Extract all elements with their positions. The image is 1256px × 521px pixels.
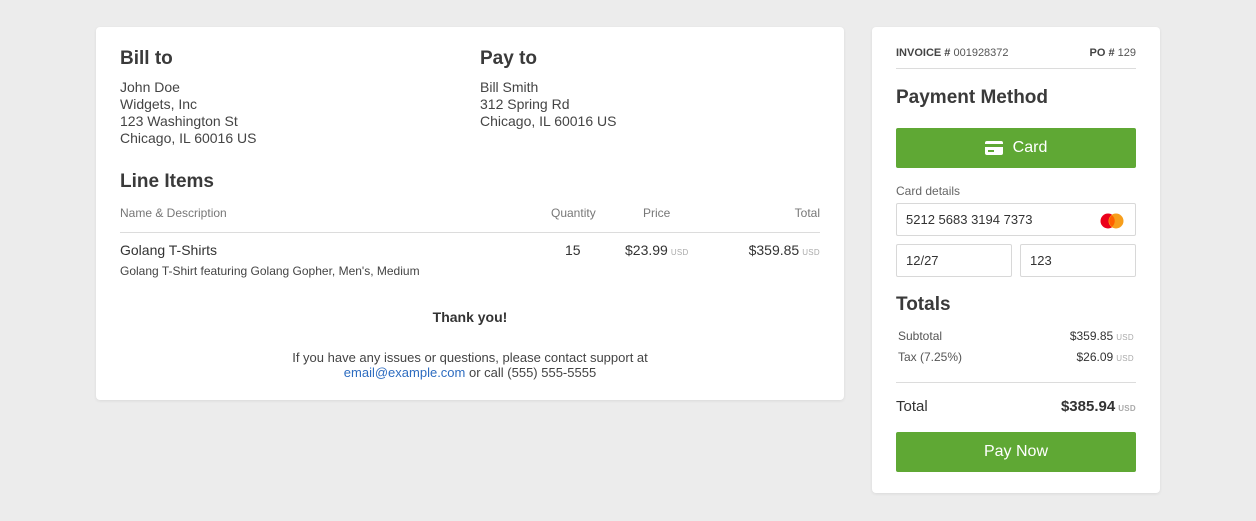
item-description: Golang T-Shirt featuring Golang Gopher, … — [120, 264, 420, 278]
currency-code: USD — [1116, 333, 1134, 342]
support-phone-text: or call (555) 555-5555 — [465, 365, 597, 380]
card-button-label: Card — [1012, 139, 1048, 156]
card-number-value: 5212 5683 3194 7373 — [906, 212, 1033, 227]
subtotal-label: Subtotal — [898, 329, 943, 343]
po-number-value: 129 — [1117, 47, 1136, 59]
item-name: Golang T-Shirts — [120, 242, 218, 258]
tax-row: Tax (7.25%) $26.09 USD — [898, 350, 1134, 364]
expiry-field[interactable]: 12/27 — [896, 244, 1012, 277]
po-number: PO # 129 — [1090, 47, 1137, 59]
invoice-number-value: 001928372 — [953, 47, 1009, 59]
line-items-table: Name & Description Quantity Price Total … — [120, 205, 820, 285]
support-contact-line: email@example.com or call (555) 555-5555 — [96, 365, 844, 380]
invoice-number: INVOICE # 001928372 — [896, 47, 1009, 59]
credit-card-icon — [984, 141, 1003, 155]
support-email-link[interactable]: email@example.com — [344, 365, 466, 380]
cvc-value: 123 — [1030, 253, 1052, 268]
po-label: PO # — [1089, 47, 1115, 59]
pay-to-heading: Pay to — [480, 48, 538, 69]
subtotal-row: Subtotal $359.85 USD — [898, 329, 1134, 343]
column-header-price: Price — [643, 206, 671, 220]
pay-to-line: 312 Spring Rd — [480, 96, 570, 112]
support-text: If you have any issues or questions, ple… — [292, 350, 648, 365]
bill-to-line: 123 Washington St — [120, 113, 238, 129]
column-header-quantity: Quantity — [551, 206, 596, 220]
payment-card: INVOICE # 001928372 PO # 129 Payment Met… — [872, 27, 1160, 493]
column-header-name: Name & Description — [120, 206, 227, 220]
pay-to-line: Chicago, IL 60016 US — [480, 113, 617, 129]
item-total: $359.85 USD — [749, 242, 820, 258]
cvc-field[interactable]: 123 — [1020, 244, 1136, 277]
total-label: Total — [896, 398, 928, 415]
tax-value: $26.09 USD — [1077, 350, 1135, 364]
grand-total-row: Total $385.94 USD — [896, 398, 1136, 415]
invoice-card: Bill to John Doe Widgets, Inc 123 Washin… — [96, 27, 844, 400]
bill-to-section: Bill to John Doe Widgets, Inc 123 Washin… — [120, 48, 256, 147]
thank-you-message: Thank you! — [432, 309, 508, 325]
support-message: If you have any issues or questions, ple… — [96, 350, 844, 380]
tax-amount: $26.09 — [1076, 350, 1114, 364]
expiry-value: 12/27 — [906, 253, 939, 268]
pay-now-button[interactable]: Pay Now — [896, 432, 1136, 472]
bill-to-line: Chicago, IL 60016 US — [120, 130, 257, 146]
item-price-value: $23.99 — [625, 242, 668, 258]
table-row: Golang T-Shirts Golang T-Shirt featuring… — [120, 233, 820, 285]
item-quantity: 15 — [565, 242, 581, 258]
currency-code: USD — [1118, 404, 1136, 413]
tax-label: Tax (7.25%) — [898, 350, 963, 364]
currency-code: USD — [1116, 354, 1134, 363]
table-header-row: Name & Description Quantity Price Total — [120, 205, 820, 233]
card-payment-button[interactable]: Card — [896, 128, 1136, 168]
totals-divider — [896, 382, 1136, 383]
total-value: $385.94 USD — [1061, 398, 1136, 415]
column-header-total: Total — [794, 206, 820, 220]
bill-to-line: Widgets, Inc — [120, 96, 198, 112]
line-items-heading: Line Items — [120, 171, 214, 192]
subtotal-amount: $359.85 — [1069, 329, 1114, 343]
bill-to-line: John Doe — [120, 79, 180, 95]
card-details-label: Card details — [896, 184, 961, 198]
item-price: $23.99 USD — [625, 242, 689, 258]
currency-code: USD — [670, 248, 689, 257]
pay-to-line: Bill Smith — [480, 79, 539, 95]
invoice-label: INVOICE # — [896, 47, 951, 59]
mastercard-icon — [1100, 213, 1124, 229]
item-total-value: $359.85 — [748, 242, 800, 258]
bill-to-heading: Bill to — [120, 48, 173, 69]
pay-to-section: Pay to Bill Smith 312 Spring Rd Chicago,… — [480, 48, 616, 130]
invoice-header: INVOICE # 001928372 PO # 129 — [896, 47, 1136, 69]
total-amount: $385.94 — [1060, 398, 1116, 415]
payment-method-heading: Payment Method — [896, 87, 1049, 108]
card-number-field[interactable]: 5212 5683 3194 7373 — [896, 203, 1136, 236]
totals-heading: Totals — [896, 294, 951, 315]
currency-code: USD — [802, 248, 820, 257]
subtotal-value: $359.85 USD — [1070, 329, 1134, 343]
